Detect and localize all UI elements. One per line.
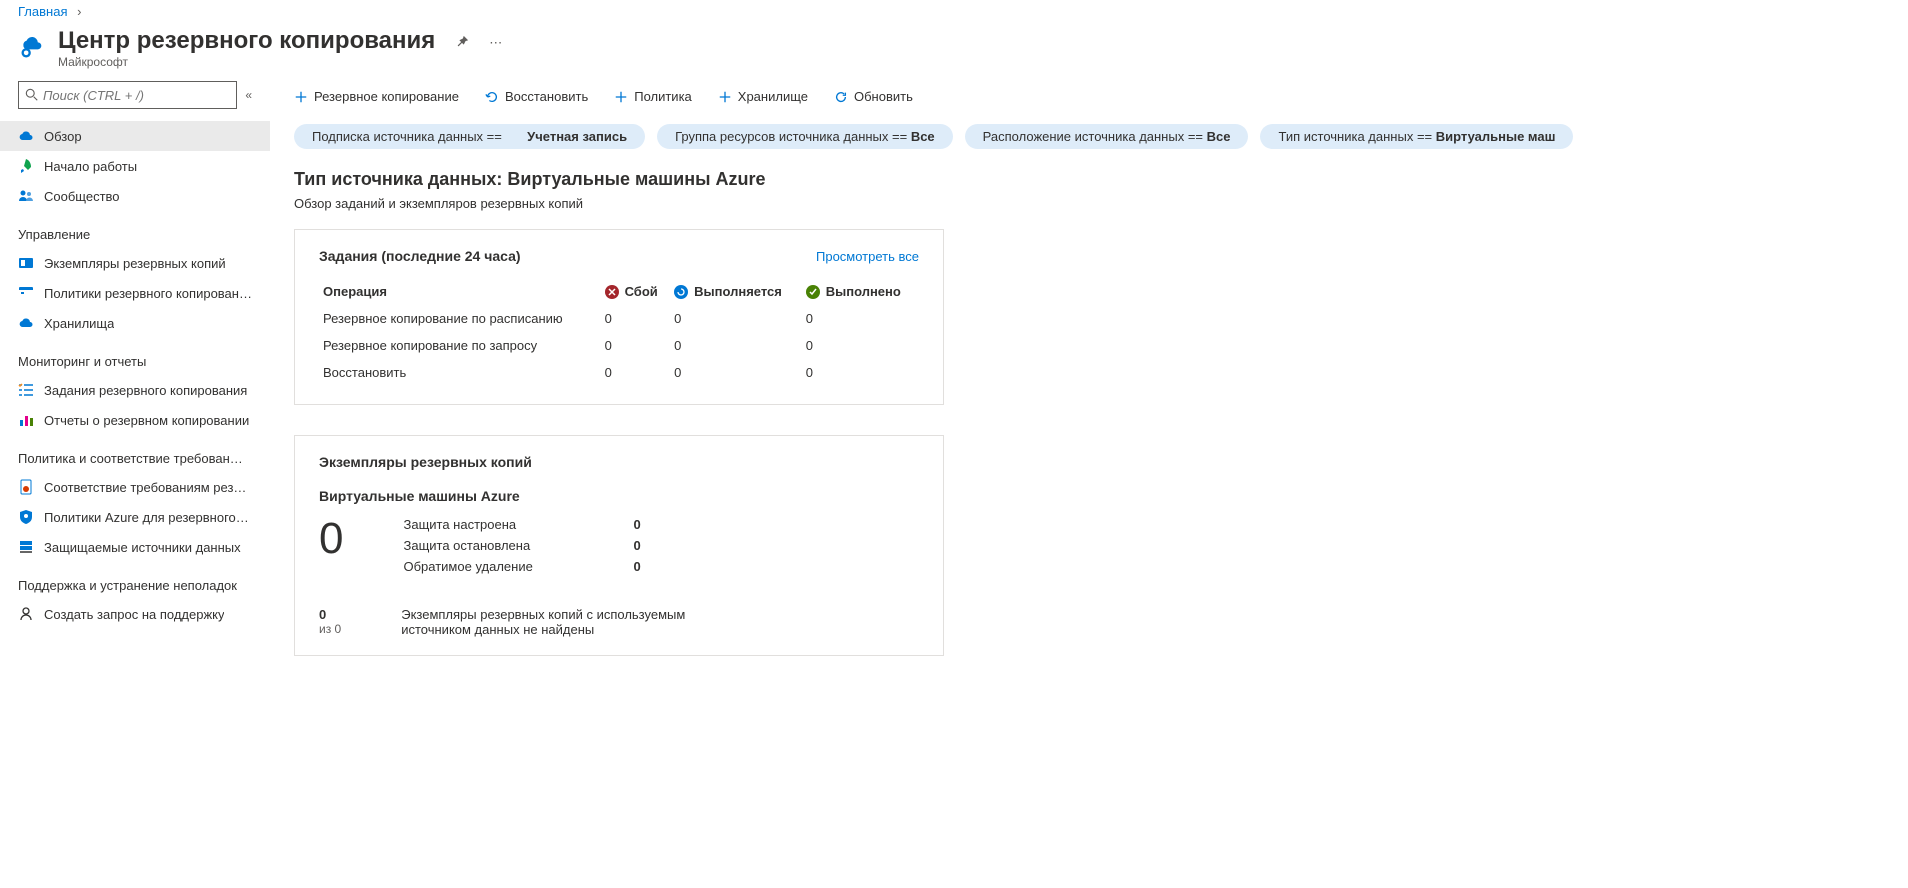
pin-icon[interactable] [455, 35, 469, 52]
sidebar-item-label: Политики резервного копирования [44, 286, 252, 301]
search-input[interactable] [43, 88, 230, 103]
restore-button[interactable]: Восстановить [485, 89, 588, 104]
backup-button[interactable]: Резервное копирование [294, 89, 459, 104]
col-inprogress: Выполняется [694, 284, 782, 299]
refresh-icon [834, 90, 848, 104]
sidebar-section-management: Управление [0, 211, 270, 248]
people-icon [18, 188, 34, 204]
sidebar-section-policy: Политика и соответствие требован… [0, 435, 270, 472]
refresh-button[interactable]: Обновить [834, 89, 913, 104]
jobs-table: Операция Сбой Выполняется Выполнено Резе… [319, 278, 919, 386]
kv-row: Обратимое удаление0 [403, 556, 640, 577]
filter-location[interactable]: Расположение источника данных == Все [965, 124, 1249, 149]
main-content: Резервное копирование Восстановить Полит… [270, 81, 1908, 726]
shield-icon [18, 479, 34, 495]
view-all-jobs-link[interactable]: Просмотреть все [816, 249, 919, 264]
chevron-right-icon: › [77, 4, 81, 19]
bar-chart-icon [18, 412, 34, 428]
page-subtitle: Майкрософт [58, 55, 435, 69]
breadcrumb-home[interactable]: Главная [18, 4, 67, 19]
col-operation: Операция [319, 278, 601, 305]
sidebar-item-protectable-datasources[interactable]: Защищаемые источники данных [0, 532, 270, 562]
toolbar: Резервное копирование Восстановить Полит… [294, 81, 1884, 120]
calendar-icon [18, 285, 34, 301]
instances-empty-message: Экземпляры резервных копий с используемы… [401, 607, 721, 637]
page-title: Центр резервного копирования [58, 27, 435, 55]
support-icon [18, 606, 34, 622]
cloud-icon [18, 128, 34, 144]
jobs-card-title: Задания (последние 24 часа) [319, 248, 521, 264]
plus-icon [718, 90, 732, 104]
vault-button[interactable]: Хранилище [718, 89, 808, 104]
task-list-icon [18, 382, 34, 398]
filter-resource-group[interactable]: Группа ресурсов источника данных == Все [657, 124, 953, 149]
sidebar-item-label: Политики Azure для резервного к… [44, 510, 252, 525]
breadcrumb: Главная › [0, 0, 1908, 23]
datasource-type-title: Тип источника данных: Виртуальные машины… [294, 169, 1884, 190]
instances-icon [18, 255, 34, 271]
sidebar-item-getting-started[interactable]: Начало работы [0, 151, 270, 181]
instances-card: Экземпляры резервных копий Виртуальные м… [294, 435, 944, 656]
sidebar-item-label: Начало работы [44, 159, 137, 174]
sidebar-item-overview[interactable]: Обзор [0, 121, 270, 151]
inprogress-icon [674, 285, 688, 299]
sidebar-item-label: Обзор [44, 129, 82, 144]
policy-icon [18, 509, 34, 525]
filter-row: Подписка источника данных == Учетная зап… [294, 120, 1884, 169]
table-row: Восстановить000 [319, 359, 919, 386]
undo-icon [485, 90, 499, 104]
rocket-icon [18, 158, 34, 174]
col-completed: Выполнено [826, 284, 901, 299]
collapse-sidebar-icon[interactable]: « [245, 88, 252, 102]
search-icon [25, 88, 39, 102]
sidebar-item-label: Защищаемые источники данных [44, 540, 241, 555]
sidebar-item-backup-reports[interactable]: Отчеты о резервном копировании [0, 405, 270, 435]
instances-card-subtitle: Виртуальные машины Azure [319, 488, 919, 504]
sidebar-item-label: Сообщество [44, 189, 120, 204]
sidebar-item-community[interactable]: Сообщество [0, 181, 270, 211]
completed-icon [806, 285, 820, 299]
col-failed: Сбой [625, 284, 658, 299]
plus-icon [614, 90, 628, 104]
more-icon[interactable]: ⋯ [489, 35, 502, 52]
sidebar-item-azure-policies[interactable]: Политики Azure для резервного к… [0, 502, 270, 532]
sidebar-item-vaults[interactable]: Хранилища [0, 308, 270, 338]
datasource-type-subtitle: Обзор заданий и экземпляров резервных ко… [294, 196, 1884, 211]
sidebar-section-monitoring: Мониторинг и отчеты [0, 338, 270, 375]
table-row: Резервное копирование по запросу000 [319, 332, 919, 359]
table-row: Резервное копирование по расписанию000 [319, 305, 919, 332]
sidebar-item-label: Создать запрос на поддержку [44, 607, 224, 622]
server-icon [18, 539, 34, 555]
kv-row: Защита настроена0 [403, 514, 640, 535]
instances-card-title: Экземпляры резервных копий [319, 454, 919, 470]
sidebar-item-backup-jobs[interactable]: Задания резервного копирования [0, 375, 270, 405]
filter-subscription[interactable]: Подписка источника данных == Учетная зап… [294, 124, 645, 149]
sidebar-item-label: Отчеты о резервном копировании [44, 413, 249, 428]
sidebar-item-backup-compliance[interactable]: Соответствие требованиям резер… [0, 472, 270, 502]
sidebar-item-label: Экземпляры резервных копий [44, 256, 226, 271]
policy-button[interactable]: Политика [614, 89, 692, 104]
filter-datasource-type[interactable]: Тип источника данных == Виртуальные маш [1260, 124, 1573, 149]
kv-row: Защита остановлена0 [403, 535, 640, 556]
sidebar-item-support-request[interactable]: Создать запрос на поддержку [0, 599, 270, 629]
sidebar-item-label: Задания резервного копирования [44, 383, 247, 398]
backup-center-icon [18, 33, 46, 61]
jobs-card: Задания (последние 24 часа) Просмотреть … [294, 229, 944, 405]
plus-icon [294, 90, 308, 104]
sidebar-item-backup-instances[interactable]: Экземпляры резервных копий [0, 248, 270, 278]
page-header: Центр резервного копирования Майкрософт … [0, 23, 1908, 81]
sidebar-item-backup-policies[interactable]: Политики резервного копирования [0, 278, 270, 308]
instances-total: 0 [319, 514, 343, 564]
sidebar-item-label: Хранилища [44, 316, 114, 331]
sidebar: « Обзор Начало работы Сообщество Управле… [0, 81, 270, 726]
vault-icon [18, 315, 34, 331]
sidebar-item-label: Соответствие требованиям резер… [44, 480, 252, 495]
search-input-container[interactable] [18, 81, 237, 109]
sidebar-section-support: Поддержка и устранение неполадок [0, 562, 270, 599]
failed-icon [605, 285, 619, 299]
instances-found-count: 0 из 0 [319, 607, 341, 636]
